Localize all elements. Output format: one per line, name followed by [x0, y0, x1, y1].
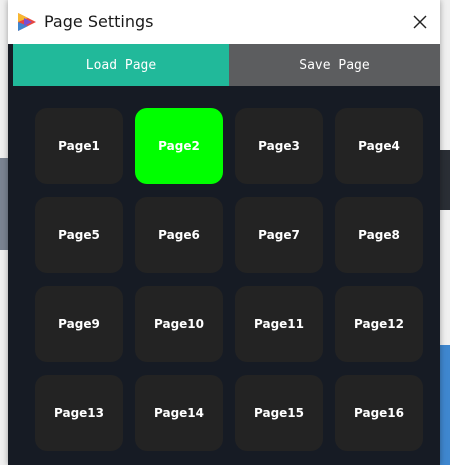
page-button-9[interactable]: Page9	[35, 286, 123, 362]
tab-save-page[interactable]: Save Page	[229, 44, 440, 86]
page-button-8[interactable]: Page8	[335, 197, 423, 273]
page-button-4[interactable]: Page4	[335, 108, 423, 184]
background-window-left-panel	[0, 158, 8, 250]
page-button-3[interactable]: Page3	[235, 108, 323, 184]
tab-bar: Load Page Save Page	[13, 44, 440, 86]
background-window-right-panel	[440, 150, 450, 210]
title-bar[interactable]: Page Settings	[8, 0, 440, 44]
page-grid: Page1 Page2 Page3 Page4 Page5 Page6 Page…	[35, 108, 425, 451]
page-button-13[interactable]: Page13	[35, 375, 123, 451]
page-button-12[interactable]: Page12	[335, 286, 423, 362]
page-button-15[interactable]: Page15	[235, 375, 323, 451]
close-button[interactable]	[406, 8, 434, 36]
tab-load-page[interactable]: Load Page	[13, 44, 229, 86]
page-button-5[interactable]: Page5	[35, 197, 123, 273]
background-window-right-scroll	[440, 345, 450, 465]
page-settings-dialog: Page Settings Load Page Save Page Page1 …	[8, 0, 440, 465]
page-button-6[interactable]: Page6	[135, 197, 223, 273]
page-button-14[interactable]: Page14	[135, 375, 223, 451]
page-button-7[interactable]: Page7	[235, 197, 323, 273]
screen: Page Settings Load Page Save Page Page1 …	[0, 0, 450, 465]
dialog-title: Page Settings	[44, 12, 154, 31]
page-button-10[interactable]: Page10	[135, 286, 223, 362]
page-button-2[interactable]: Page2	[135, 108, 223, 184]
page-button-1[interactable]: Page1	[35, 108, 123, 184]
close-icon	[413, 15, 427, 29]
page-button-11[interactable]: Page11	[235, 286, 323, 362]
app-logo-icon	[18, 13, 36, 31]
page-button-16[interactable]: Page16	[335, 375, 423, 451]
